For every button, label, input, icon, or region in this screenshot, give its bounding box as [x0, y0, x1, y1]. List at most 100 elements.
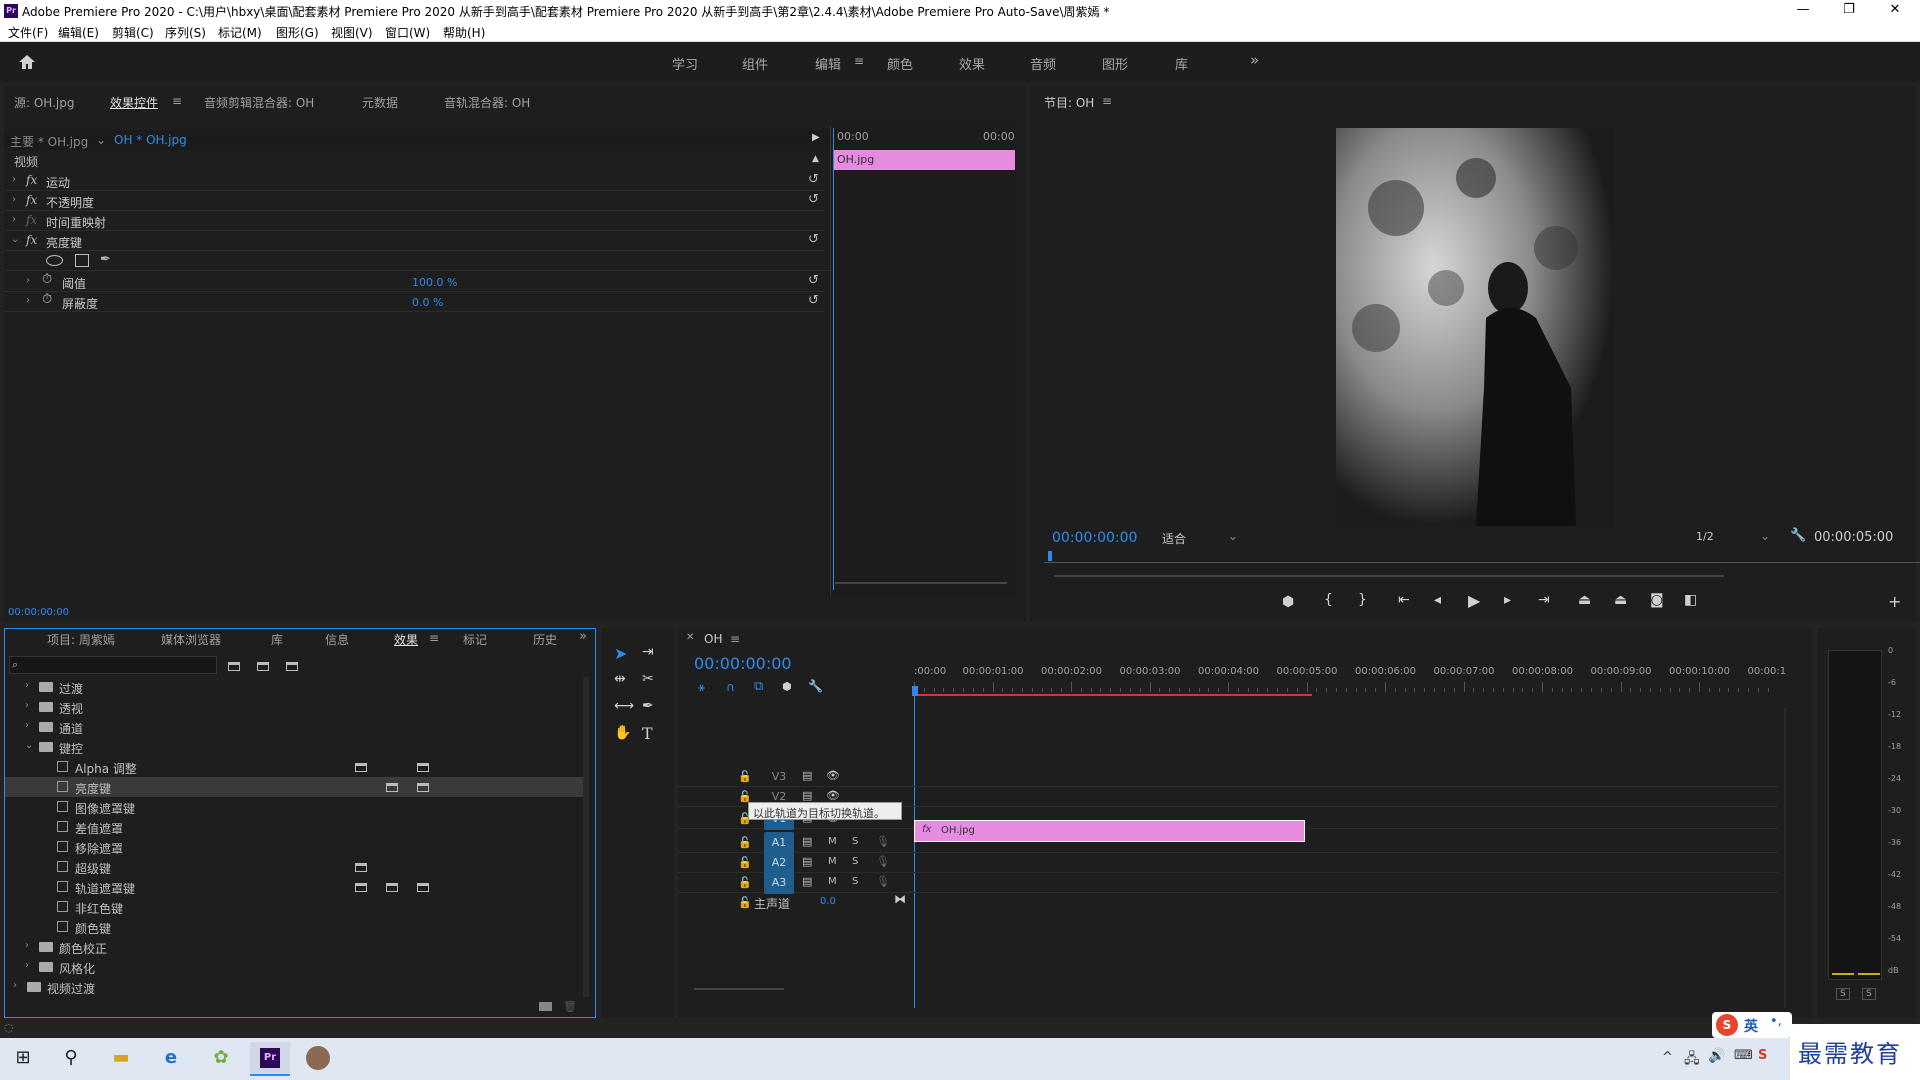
eye-icon[interactable]: 👁	[826, 789, 840, 802]
effect-row-luma-key[interactable]: ⌄ fx 亮度键 ↺	[4, 231, 824, 251]
sequence-clip-label[interactable]: OH * OH.jpg	[114, 133, 187, 147]
sequence-timecode[interactable]: 00:00:00:00	[694, 654, 792, 673]
expand-icon[interactable]: ›	[12, 214, 16, 225]
tab-history[interactable]: 历史	[533, 631, 557, 648]
tab-audio-clip-mixer[interactable]: 音频剪辑混合器: OH	[204, 94, 314, 111]
go-to-in-icon[interactable]: ⇤	[1398, 592, 1410, 608]
scroll-up-icon[interactable]: ▲	[812, 154, 819, 164]
workspace-color[interactable]: 颜色	[887, 54, 913, 73]
menu-edit[interactable]: 编辑(E)	[58, 24, 99, 41]
solo-right-button[interactable]: S	[1862, 988, 1876, 1000]
track-select-tool-icon[interactable]: ⇥	[642, 644, 654, 660]
workspace-effects[interactable]: 效果	[959, 54, 985, 73]
expand-icon[interactable]: ›	[12, 174, 16, 185]
tab-media-browser[interactable]: 媒体浏览器	[161, 631, 221, 648]
reset-icon[interactable]: ↺	[808, 273, 819, 288]
expand-icon[interactable]: ›	[25, 680, 29, 691]
timeline-zoom-bar[interactable]	[694, 988, 784, 990]
expand-icon[interactable]: ›	[26, 275, 30, 286]
workspace-assembly[interactable]: 组件	[742, 54, 768, 73]
export-frame-icon[interactable]: ◙	[1650, 592, 1664, 608]
step-forward-icon[interactable]: ▸	[1504, 592, 1511, 608]
windows-start-icon[interactable]: ⊞	[0, 1038, 46, 1078]
mark-in-icon[interactable]: {	[1324, 592, 1333, 608]
effect-item[interactable]: 轨道遮罩键	[5, 877, 583, 897]
slip-tool-icon[interactable]: ⟷	[614, 698, 634, 714]
snap-icon[interactable]: ∩	[726, 680, 735, 694]
mute-button[interactable]: M	[828, 856, 837, 867]
wrench-icon[interactable]: 🔧	[1790, 528, 1806, 543]
timeline-v-scroll[interactable]	[1784, 708, 1786, 1008]
delete-icon[interactable]: 🗑	[563, 1000, 577, 1013]
effect-row-motion[interactable]: › fx 运动 ↺	[4, 171, 824, 191]
lock-icon[interactable]: 🔓	[738, 896, 752, 909]
ime-toolbar[interactable]: S 英 •,	[1712, 1012, 1792, 1038]
program-zoom-bar[interactable]	[1054, 575, 1724, 577]
pen-mask-icon[interactable]: ✒	[100, 252, 111, 267]
show-timeline-icon[interactable]: ▶	[812, 132, 820, 143]
sync-lock-icon[interactable]: ▤	[802, 855, 812, 868]
ripple-edit-tool-icon[interactable]: ⇹	[614, 671, 626, 687]
lift-icon[interactable]: ⏏	[1578, 592, 1591, 608]
fx-icon[interactable]: fx	[26, 173, 37, 187]
lock-icon[interactable]: 🔓	[738, 876, 752, 889]
master-go-end-icon[interactable]: ⧓	[894, 892, 906, 906]
effect-item[interactable]: 图像遮罩键	[5, 797, 583, 817]
mic-icon[interactable]: 🎙	[876, 875, 890, 888]
fit-dropdown[interactable]: 适合	[1162, 530, 1186, 547]
effects-folder-item[interactable]: › 过渡	[5, 677, 583, 697]
program-playhead[interactable]	[1048, 551, 1052, 561]
sync-lock-icon[interactable]: ▤	[802, 875, 812, 888]
workspace-audio[interactable]: 音频	[1030, 54, 1056, 73]
keyboard-icon[interactable]: ⌨	[1734, 1048, 1753, 1063]
reset-icon[interactable]: ↺	[808, 172, 819, 187]
premiere-taskbar-item[interactable]: Pr	[250, 1042, 290, 1076]
expand-icon[interactable]: ›	[12, 194, 16, 205]
app-icon[interactable]: ✿	[198, 1038, 244, 1078]
extract-icon[interactable]: ⏏	[1614, 592, 1627, 608]
tab-info[interactable]: 信息	[325, 631, 349, 648]
mark-out-icon[interactable]: }	[1358, 592, 1367, 608]
cutoff-value[interactable]: 0.0 %	[412, 296, 443, 309]
workspace-libraries[interactable]: 库	[1175, 54, 1188, 73]
tab-effects[interactable]: 效果	[394, 631, 418, 648]
menu-sequence[interactable]: 序列(S)	[165, 24, 206, 41]
effect-row-opacity[interactable]: › fx 不透明度 ↺	[4, 191, 824, 211]
tab-source[interactable]: 源: OH.jpg	[14, 94, 75, 111]
effects-folder-item[interactable]: › 透视	[5, 697, 583, 717]
timeline-settings-icon[interactable]: 🔧	[808, 679, 823, 693]
menu-marker[interactable]: 标记(M)	[218, 24, 262, 41]
lock-icon[interactable]: 🔓	[738, 836, 752, 849]
reset-icon[interactable]: ↺	[808, 232, 819, 247]
effect-item[interactable]: 颜色键	[5, 917, 583, 937]
playhead-handle[interactable]	[912, 686, 918, 696]
restore-button[interactable]: ❐	[1826, 0, 1872, 22]
tab-project[interactable]: 项目: 周紫嫣	[47, 631, 115, 648]
track-target-A1[interactable]: A1	[764, 832, 794, 854]
home-icon[interactable]	[18, 54, 36, 70]
mic-icon[interactable]: 🎙	[876, 835, 890, 848]
add-marker-icon[interactable]: ⬢	[1282, 594, 1294, 610]
program-scrub-bar[interactable]	[1044, 562, 1920, 563]
network-icon[interactable]: 🖧	[1684, 1048, 1700, 1072]
effects-folder-item[interactable]: › 颜色校正	[5, 937, 583, 957]
effects-folder-item[interactable]: › 风格化	[5, 957, 583, 977]
sync-lock-icon[interactable]: ▤	[802, 835, 812, 848]
effect-row-time-remap[interactable]: › fx 时间重映射	[4, 211, 824, 231]
effects-menu-icon[interactable]: ≡	[429, 631, 439, 645]
ellipse-mask-icon[interactable]	[46, 255, 63, 266]
tab-menu-icon[interactable]: ≡	[172, 94, 182, 108]
program-menu-icon[interactable]: ≡	[1102, 94, 1112, 108]
fit-dropdown-icon[interactable]: ⌄	[1228, 529, 1238, 543]
expand-icon[interactable]: ›	[25, 720, 29, 731]
file-explorer-icon[interactable]: ▬	[98, 1038, 144, 1078]
resolution-dropdown[interactable]: 1/2	[1696, 530, 1714, 543]
reset-icon[interactable]: ↺	[808, 293, 819, 308]
menu-file[interactable]: 文件(F)	[8, 24, 48, 41]
pen-tool-icon[interactable]: ✒	[642, 698, 654, 714]
effect-timecode[interactable]: 00:00:00:00	[8, 607, 69, 618]
menu-help[interactable]: 帮助(H)	[443, 24, 485, 41]
sogou-tray-icon[interactable]: S	[1758, 1048, 1767, 1063]
mute-button[interactable]: M	[828, 876, 837, 887]
linked-selection-icon[interactable]: ⧉	[754, 679, 763, 694]
